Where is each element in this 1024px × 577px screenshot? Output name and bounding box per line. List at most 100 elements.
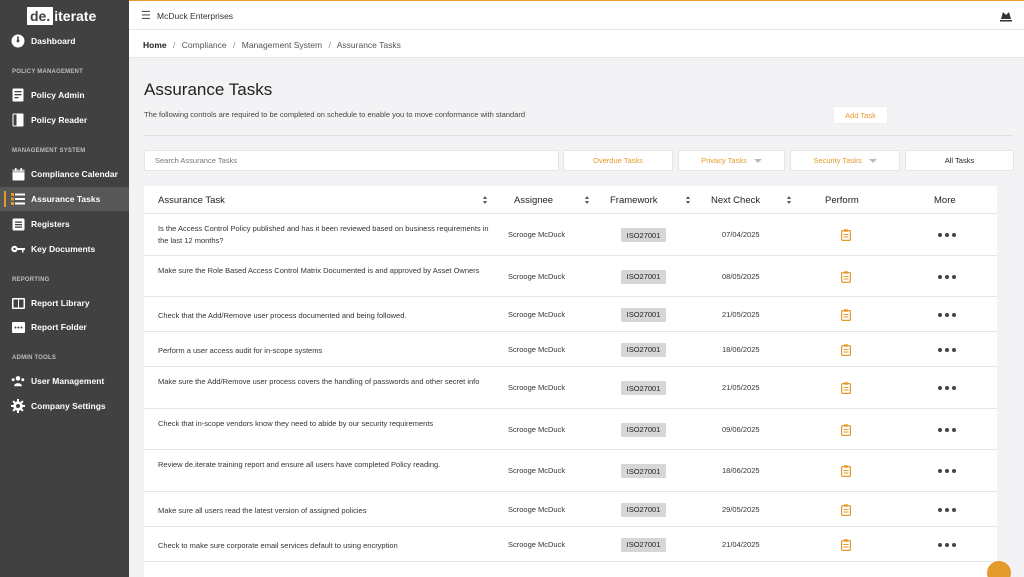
all-tasks-filter[interactable]: All Tasks [905, 150, 1014, 171]
task-name[interactable]: Check to make sure corporate email servi… [158, 540, 500, 552]
clipboard-icon[interactable] [841, 382, 852, 395]
sidebar-item-report-folder[interactable]: Report Folder [0, 315, 129, 339]
table-row[interactable]: Make sure the Add/Remove user process co… [144, 367, 997, 409]
column-header-task[interactable]: Assurance Task [158, 195, 225, 206]
clipboard-icon[interactable] [841, 229, 852, 242]
next-check-date: 07/04/2025 [722, 230, 760, 239]
add-task-button[interactable]: Add Task [833, 106, 888, 124]
clipboard-icon[interactable] [841, 538, 852, 551]
task-name[interactable]: Make sure all users read the latest vers… [158, 505, 500, 517]
more-dots-icon[interactable] [938, 468, 956, 474]
sidebar-item-user-management[interactable]: User Management [0, 369, 129, 393]
sidebar-item-report-library[interactable]: Report Library [0, 291, 129, 315]
more-dots-icon[interactable] [938, 542, 956, 548]
sort-icon[interactable] [787, 196, 792, 204]
breadcrumb-compliance[interactable]: Compliance [182, 40, 227, 50]
sidebar-item-label: Dashboard [31, 36, 76, 46]
breadcrumb-separator: / [173, 40, 176, 50]
sidebar-item-compliance-calendar[interactable]: Compliance Calendar [0, 162, 129, 186]
filter-label: All Tasks [944, 156, 975, 165]
sort-icon[interactable] [585, 196, 590, 204]
sidebar-item-company-settings[interactable]: Company Settings [0, 394, 129, 418]
framework-badge: ISO27001 [621, 537, 666, 552]
table-row[interactable]: Make sure all users read the latest vers… [144, 492, 997, 527]
next-check-date: 09/06/2025 [722, 424, 760, 434]
clipboard-icon[interactable] [841, 270, 852, 283]
key-icon [11, 242, 25, 256]
sidebar-item-label: Key Documents [31, 244, 96, 254]
more-dots-icon[interactable] [938, 347, 956, 353]
sort-icon[interactable] [483, 196, 488, 204]
assignee-name: Scrooge McDuck [508, 424, 566, 434]
page-title: Assurance Tasks [144, 80, 273, 99]
clipboard-icon[interactable] [841, 465, 852, 478]
next-check-date: 18/06/2025 [722, 344, 760, 354]
task-name[interactable]: Check that the Add/Remove user process d… [158, 310, 500, 322]
task-name[interactable]: Make sure the Role Based Access Control … [158, 265, 500, 277]
table-row[interactable]: Make sure the Role Based Access Control … [144, 256, 997, 297]
sidebar-item-policy-reader[interactable]: Policy Reader [0, 108, 129, 132]
sidebar-item-dashboard[interactable]: Dashboard [0, 29, 129, 53]
more-dots-icon[interactable] [938, 312, 956, 318]
sidebar-item-registers[interactable]: Registers [0, 212, 129, 236]
app-logo[interactable]: de. iterate [27, 7, 96, 25]
sidebar-item-label: Assurance Tasks [31, 194, 101, 204]
sidebar-item-label: Registers [31, 219, 70, 229]
task-name[interactable]: Perform a user access audit for in-scope… [158, 345, 500, 357]
framework-badge: ISO27001 [621, 228, 666, 242]
more-dots-icon[interactable] [938, 385, 956, 391]
column-header-next-check[interactable]: Next Check [711, 195, 760, 206]
breadcrumb-management-system[interactable]: Management System [242, 40, 322, 50]
task-name[interactable]: Make sure the Add/Remove user process co… [158, 376, 500, 388]
clipboard-icon[interactable] [841, 308, 852, 321]
more-dots-icon[interactable] [938, 427, 956, 433]
clipboard-icon[interactable] [841, 503, 852, 516]
table-row[interactable]: Perform a user access audit for in-scope… [144, 332, 997, 367]
company-logo-icon[interactable] [998, 9, 1014, 23]
more-dots-icon[interactable] [938, 232, 956, 238]
sidebar-item-label: User Management [31, 376, 105, 386]
overdue-tasks-filter[interactable]: Overdue Tasks [563, 150, 673, 171]
table-row[interactable]: Review de.iterate training report and en… [144, 450, 997, 492]
main-content: Assurance Tasks The following controls a… [129, 58, 1024, 577]
clipboard-icon[interactable] [841, 343, 852, 356]
breadcrumb-separator: / [233, 40, 236, 50]
tasks-table: Assurance Task Assignee Framework Next C… [144, 186, 997, 577]
column-header-framework[interactable]: Framework [610, 195, 658, 206]
clipboard-icon[interactable] [841, 423, 852, 436]
next-check-date: 21/05/2025 [722, 383, 760, 392]
next-check-date: 21/04/2025 [722, 539, 760, 549]
table-row[interactable]: Check that in-scope vendors know they ne… [144, 409, 997, 450]
breadcrumb-home[interactable]: Home [143, 40, 167, 50]
assignee-name: Scrooge McDuck [508, 466, 566, 475]
task-name[interactable]: Is the Access Control Policy published a… [158, 223, 500, 247]
privacy-tasks-filter[interactable]: Privacy Tasks [678, 150, 785, 171]
assignee-name: Scrooge McDuck [508, 383, 566, 392]
framework-badge: ISO27001 [621, 502, 666, 517]
more-dots-icon[interactable] [938, 274, 956, 280]
more-dots-icon[interactable] [938, 507, 956, 513]
sidebar-item-key-documents[interactable]: Key Documents [0, 237, 129, 261]
task-name[interactable]: Check that in-scope vendors know they ne… [158, 418, 500, 430]
search-input[interactable] [144, 150, 559, 171]
table-row[interactable]: Check that the Add/Remove user process d… [144, 297, 997, 332]
table-header: Assurance Task Assignee Framework Next C… [144, 186, 997, 214]
assignee-name: Scrooge McDuck [508, 344, 566, 354]
report-folder-icon [11, 320, 25, 334]
framework-badge: ISO27001 [621, 342, 666, 357]
framework-badge: ISO27001 [621, 269, 666, 284]
security-tasks-filter[interactable]: Security Tasks [790, 150, 900, 171]
sort-icon[interactable] [686, 196, 691, 204]
column-header-perform: Perform [825, 195, 859, 206]
column-header-assignee[interactable]: Assignee [514, 195, 553, 206]
section-label-admin: ADMIN TOOLS [12, 355, 57, 361]
table-row[interactable]: Check to make sure corporate email servi… [144, 527, 997, 562]
chevron-down-icon [868, 158, 877, 163]
users-icon [11, 374, 25, 388]
section-label-reporting: REPORTING [12, 277, 50, 283]
sidebar-item-assurance-tasks[interactable]: Assurance Tasks [0, 187, 129, 211]
sidebar-item-policy-admin[interactable]: Policy Admin [0, 83, 129, 107]
task-name[interactable]: Review de.iterate training report and en… [158, 459, 500, 471]
hamburger-menu-icon[interactable]: ☰ [141, 9, 151, 22]
table-row[interactable]: Is the Access Control Policy published a… [144, 214, 997, 256]
